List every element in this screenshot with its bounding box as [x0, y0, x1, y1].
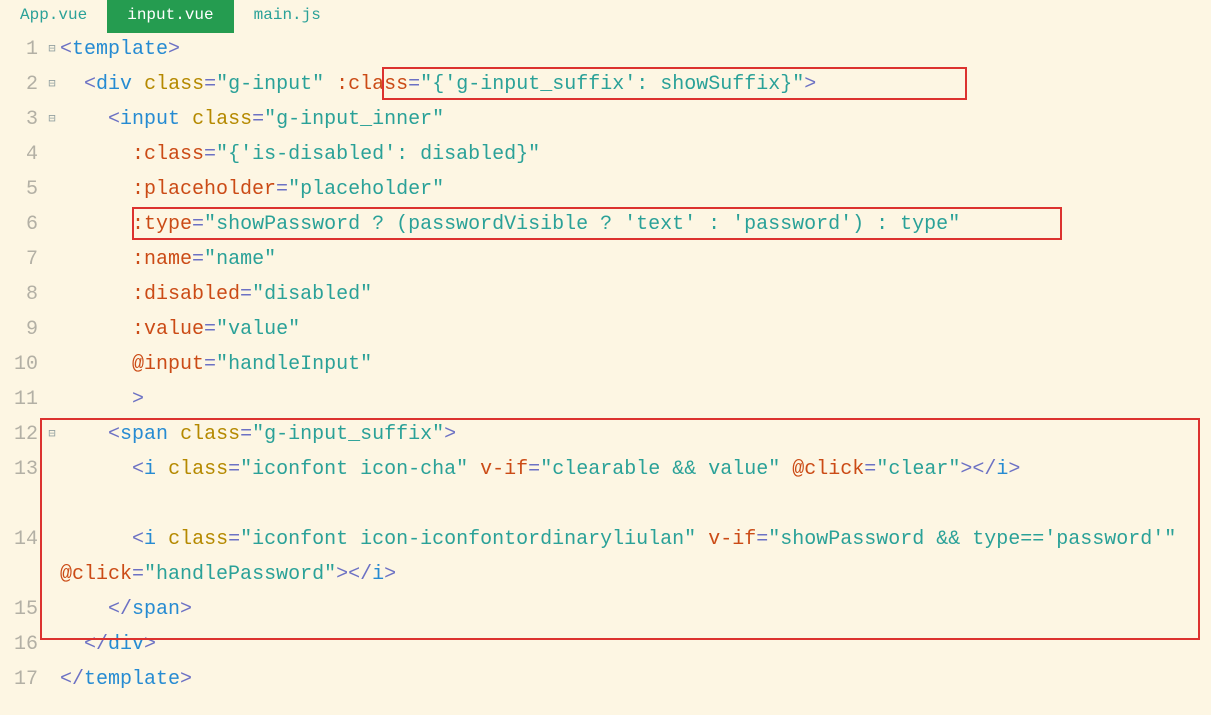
code-line: :disabled="disabled" — [60, 277, 1211, 312]
code-line: <i class="iconfont icon-iconfontordinary… — [60, 522, 1211, 592]
code-line: </template> — [60, 662, 1211, 697]
tab-main-js[interactable]: main.js — [234, 0, 341, 33]
code-line: @input="handleInput" — [60, 347, 1211, 382]
tab-app-vue[interactable]: App.vue — [0, 0, 107, 33]
code-line: </span> — [60, 592, 1211, 627]
tab-input-vue[interactable]: input.vue — [107, 0, 233, 33]
code-line: :class="{'is-disabled': disabled}" — [60, 137, 1211, 172]
code-line: > — [60, 382, 1211, 417]
code-line: </div> — [60, 627, 1211, 662]
fold-gutter: ⊟ ⊟ ⊟ ⊟ — [44, 32, 60, 697]
code-line: <template> — [60, 32, 1211, 67]
file-tabs: App.vue input.vue main.js — [0, 0, 1211, 32]
fold-icon[interactable]: ⊟ — [44, 67, 60, 102]
code-line: <div class="g-input" :class="{'g-input_s… — [60, 67, 1211, 102]
code-line: <span class="g-input_suffix"> — [60, 417, 1211, 452]
fold-icon[interactable]: ⊟ — [44, 102, 60, 137]
code-area[interactable]: <template> <div class="g-input" :class="… — [60, 32, 1211, 697]
code-line: <i class="iconfont icon-cha" v-if="clear… — [60, 452, 1211, 522]
fold-icon[interactable]: ⊟ — [44, 417, 60, 452]
fold-icon[interactable]: ⊟ — [44, 32, 60, 67]
line-number-gutter: 1 2 3 4 5 6 7 8 9 10 11 12 13 14 15 16 1… — [0, 32, 44, 697]
code-line: :type="showPassword ? (passwordVisible ?… — [60, 207, 1211, 242]
code-line: <input class="g-input_inner" — [60, 102, 1211, 137]
code-line: :value="value" — [60, 312, 1211, 347]
code-editor[interactable]: 1 2 3 4 5 6 7 8 9 10 11 12 13 14 15 16 1… — [0, 32, 1211, 697]
code-line: :name="name" — [60, 242, 1211, 277]
code-line: :placeholder="placeholder" — [60, 172, 1211, 207]
